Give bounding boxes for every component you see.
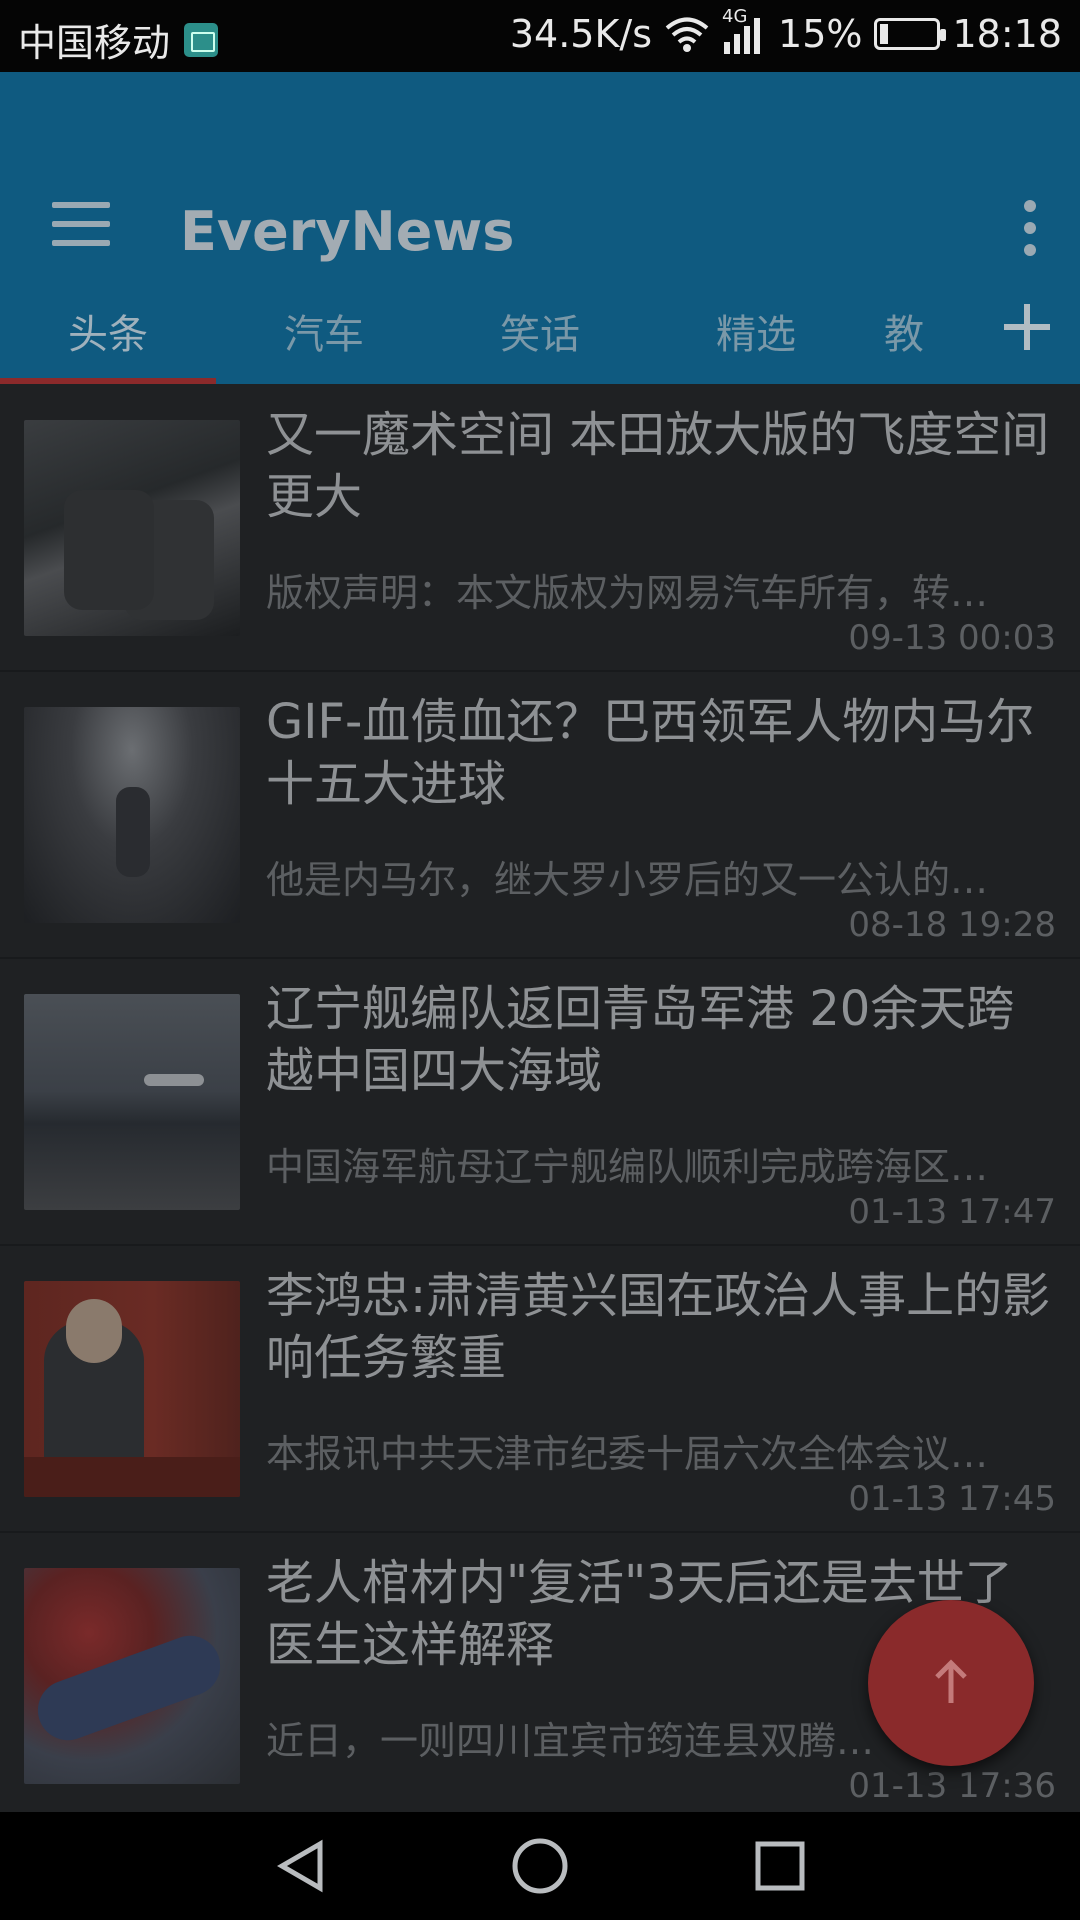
battery-icon <box>874 18 947 50</box>
news-item[interactable]: 辽宁舰编队返回青岛军港 20余天跨越中国四大海域 中国海军航母辽宁舰编队顺利完成… <box>0 958 1080 1246</box>
news-list[interactable]: 又一魔术空间 本田放大版的飞度空间更大 版权声明：本文版权为网易汽车所有，转… … <box>0 384 1080 1812</box>
network-speed: 34.5K/s <box>509 12 653 56</box>
news-time: 01-13 17:47 <box>848 1192 1056 1232</box>
home-icon[interactable] <box>510 1836 570 1896</box>
app-bar: EveryNews 头条 汽车 笑话 精选 教 <box>0 72 1080 384</box>
more-vertical-icon[interactable] <box>1020 200 1040 256</box>
battery-percent: 15% <box>778 12 863 56</box>
app-title: EveryNews <box>180 200 515 263</box>
news-summary: 版权声明：本文版权为网易汽车所有，转… <box>266 571 989 615</box>
tab-jokes[interactable]: 笑话 <box>432 302 648 360</box>
system-nav-bar <box>0 1812 1080 1920</box>
clock: 18:18 <box>952 12 1062 56</box>
carrier-name: 中国移动 <box>18 21 171 65</box>
tab-cars[interactable]: 汽车 <box>216 302 432 360</box>
news-thumbnail <box>24 420 240 636</box>
hamburger-menu-icon[interactable] <box>52 202 112 246</box>
recents-icon[interactable] <box>750 1836 810 1896</box>
gallery-icon <box>184 22 219 57</box>
news-item[interactable]: GIF-血债血还？巴西领军人物内马尔十五大进球 他是内马尔，继大罗小罗后的又一公… <box>0 671 1080 959</box>
news-time: 01-13 17:45 <box>848 1479 1056 1519</box>
back-icon[interactable] <box>270 1836 330 1896</box>
news-thumbnail <box>24 1281 240 1497</box>
news-summary: 中国海军航母辽宁舰编队顺利完成跨海区… <box>266 1145 989 1189</box>
signal-icon: 4G <box>722 6 766 54</box>
network-type: 4G <box>722 6 748 27</box>
news-summary: 本报讯中共天津市纪委十届六次全体会议… <box>266 1432 989 1476</box>
wifi-icon <box>664 15 710 53</box>
news-thumbnail <box>24 994 240 1210</box>
news-item[interactable]: 又一魔术空间 本田放大版的飞度空间更大 版权声明：本文版权为网易汽车所有，转… … <box>0 384 1080 672</box>
news-title: 李鸿忠:肃清黄兴国在政治人事上的影响任务繁重 <box>266 1268 1051 1386</box>
news-title: 又一魔术空间 本田放大版的飞度空间更大 <box>266 407 1050 525</box>
category-tabs: 头条 汽车 笑话 精选 教 <box>0 272 1080 384</box>
news-summary: 他是内马尔，继大罗小罗后的又一公认的… <box>266 858 989 902</box>
news-thumbnail <box>24 707 240 923</box>
news-title: 辽宁舰编队返回青岛军港 20余天跨越中国四大海域 <box>266 981 1015 1099</box>
arrow-up-icon <box>935 1659 967 1703</box>
news-item[interactable]: 李鸿忠:肃清黄兴国在政治人事上的影响任务繁重 本报讯中共天津市纪委十届六次全体会… <box>0 1245 1080 1533</box>
tab-education[interactable]: 教 <box>864 302 944 360</box>
news-thumbnail <box>24 1568 240 1784</box>
plus-icon[interactable] <box>1004 304 1050 350</box>
news-time: 08-18 19:28 <box>848 905 1056 945</box>
news-time: 01-13 17:36 <box>848 1766 1056 1806</box>
news-time: 09-13 00:03 <box>848 618 1056 658</box>
news-title: GIF-血债血还？巴西领军人物内马尔十五大进球 <box>266 694 1035 812</box>
status-bar: 中国移动 34.5K/s 4G 15% 18:18 <box>0 0 1080 72</box>
tab-featured[interactable]: 精选 <box>648 302 864 360</box>
tab-headlines[interactable]: 头条 <box>0 302 216 360</box>
scroll-to-top-button[interactable] <box>868 1600 1034 1766</box>
